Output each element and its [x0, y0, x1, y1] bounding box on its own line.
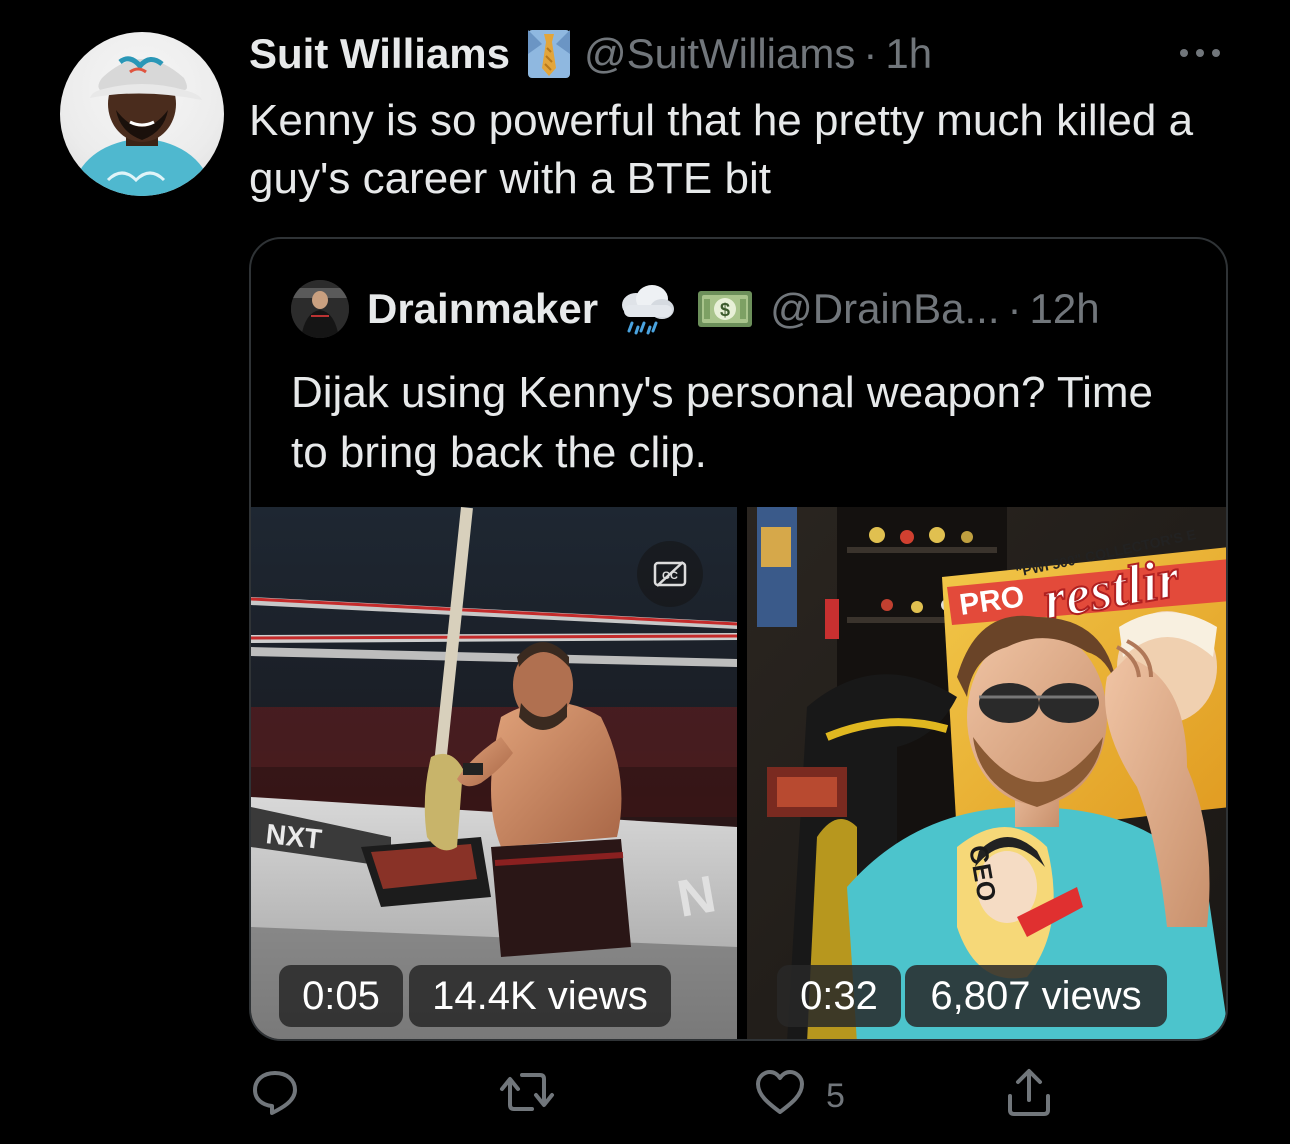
cloud-with-rain-icon	[614, 283, 678, 335]
video-views-1: 14.4K views	[409, 965, 671, 1027]
svg-text:$: $	[720, 300, 730, 320]
necktie-icon	[524, 28, 574, 80]
share-button[interactable]	[1004, 1066, 1054, 1126]
quoted-tweet-time[interactable]: 12h	[1030, 285, 1100, 333]
video-duration-2: 0:32	[777, 965, 901, 1027]
nxt-logo-text: NXT	[264, 818, 323, 855]
heart-icon	[754, 1068, 806, 1125]
author-handle[interactable]: @SuitWilliams	[584, 30, 855, 78]
like-button[interactable]: 5	[754, 1066, 845, 1126]
dollar-bill-icon: $	[696, 287, 754, 331]
like-count: 5	[826, 1076, 845, 1115]
reply-icon	[250, 1067, 300, 1126]
more-options-icon[interactable]	[1170, 38, 1230, 68]
retweet-button[interactable]	[498, 1066, 556, 1126]
retweet-icon	[498, 1067, 556, 1126]
video-thumbnail-2[interactable]: PRO "PWI 500" COLLECTOR'S E restlir CEO	[747, 507, 1226, 1039]
quoted-author-avatar[interactable]	[291, 280, 349, 338]
video-views-2: 6,807 views	[905, 965, 1167, 1027]
author-avatar[interactable]	[60, 32, 224, 196]
quoted-author-name[interactable]: Drainmaker	[367, 285, 598, 333]
tweet-text: Kenny is so powerful that he pretty much…	[249, 96, 1194, 203]
closed-captions-off-icon[interactable]: CC	[637, 541, 703, 607]
author-name[interactable]: Suit Williams	[249, 30, 510, 78]
quoted-tweet-text: Dijak using Kenny's personal weapon? Tim…	[291, 368, 1153, 477]
quoted-separator-dot: ·	[1007, 285, 1022, 332]
quoted-header: Drainmaker $ @DrainBa... · 12h	[291, 280, 1100, 338]
separator-dot: ·	[863, 30, 878, 77]
reply-button[interactable]	[250, 1066, 300, 1126]
quoted-author-handle[interactable]: @DrainBa...	[770, 285, 999, 333]
video-thumbnail-1[interactable]: NXT N CC	[251, 507, 737, 1039]
quoted-tweet[interactable]: Drainmaker $ @DrainBa... · 12h Dijak usi…	[249, 237, 1228, 1041]
avatar-image	[70, 56, 214, 196]
video-duration-1: 0:05	[279, 965, 403, 1027]
tweet-time[interactable]: 1h	[885, 30, 932, 78]
share-icon	[1004, 1066, 1054, 1127]
tweet-header: Suit Williams @SuitWilliams · 1h	[249, 24, 932, 84]
